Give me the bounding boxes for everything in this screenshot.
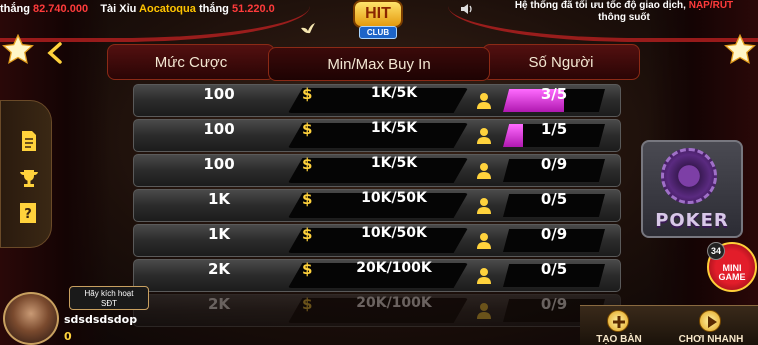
side-menu: ? (0, 100, 52, 248)
table-row[interactable]: 2K $20K/100K 0/5 (133, 259, 621, 292)
speaker-icon[interactable] (460, 3, 474, 15)
header-players: Số Người (482, 44, 640, 80)
username: sdsdsdsdop (64, 313, 138, 326)
row-players: 3/5 (540, 85, 568, 103)
table-row[interactable]: 100 $1K/5K 0/9 (133, 154, 621, 187)
activate-line-2: SĐT (101, 299, 117, 308)
table-row[interactable]: 100 $1K/5K 1/5 (133, 119, 621, 152)
person-icon (477, 268, 491, 284)
back-arrow-icon[interactable] (42, 40, 68, 66)
dollar-icon: $ (302, 85, 313, 103)
row-buyin: 1K/5K (370, 155, 418, 171)
notice-text-b: thông suốt (598, 12, 650, 23)
star-decoration-icon (2, 34, 34, 64)
ticker-game: Tài Xỉu (100, 3, 137, 15)
hitclub-logo: HIT CLUB (347, 0, 409, 44)
person-icon (477, 198, 491, 214)
row-players: 0/5 (540, 190, 568, 208)
person-icon (477, 233, 491, 249)
dollar-icon: $ (302, 260, 313, 278)
row-bet: 100 (203, 155, 235, 173)
mini-game-badge: 34 (707, 242, 725, 260)
header-buyin: Min/Max Buy In (268, 47, 490, 81)
row-bet: 2K (207, 295, 231, 313)
notice-text-a: Hệ thống đã tối ưu tốc độ giao dịch, (514, 0, 686, 11)
logo-main: HIT (353, 0, 403, 28)
quick-play-label: CHƠI NHANH (678, 334, 744, 345)
row-bet: 1K (207, 225, 231, 243)
person-icon (477, 128, 491, 144)
table-row[interactable]: 1K $10K/50K 0/5 (133, 189, 621, 222)
row-players: 1/5 (540, 120, 568, 138)
row-buyin: 1K/5K (370, 85, 418, 101)
poker-chip-icon (661, 148, 717, 204)
ticker-amount-2: 51.220.0 (231, 3, 275, 15)
svg-text:?: ? (24, 207, 32, 222)
dove-icon (301, 23, 315, 34)
notice-highlight: NẠP/RÚT (688, 0, 734, 11)
person-icon (477, 303, 491, 319)
document-icon[interactable] (17, 129, 41, 153)
table-row[interactable]: 1K $10K/50K 0/9 (133, 224, 621, 257)
star-decoration-icon (724, 34, 756, 64)
play-icon (699, 310, 721, 332)
person-icon (477, 93, 491, 109)
dollar-icon: $ (302, 295, 313, 313)
create-room-button[interactable]: TẠO BÀN (584, 306, 654, 345)
create-room-label: TẠO BÀN (596, 334, 642, 345)
ticker-won: thắng (198, 3, 229, 15)
table-row[interactable]: 2K $20K/100K 0/9 (133, 294, 621, 327)
row-bet: 100 (203, 85, 235, 103)
ticker-player: Aocatoqua (139, 3, 196, 15)
row-players: 0/9 (540, 225, 568, 243)
dollar-icon: $ (302, 225, 313, 243)
row-players: 0/9 (540, 155, 568, 173)
dollar-icon: $ (302, 120, 313, 138)
row-buyin: 20K/100K (356, 295, 432, 311)
dollar-icon: $ (302, 190, 313, 208)
activate-phone-button[interactable]: Hãy kích hoạt SĐT (69, 286, 149, 310)
mini-game-button[interactable]: 34 MINI GAME (707, 242, 757, 292)
poker-label: POKER (655, 210, 729, 231)
system-notice: Hệ thống đã tối ưu tốc độ giao dịch, NẠP… (490, 0, 758, 24)
user-balance: 0 (64, 330, 72, 343)
row-bet: 2K (207, 260, 231, 278)
plus-icon (607, 310, 629, 332)
row-buyin: 10K/50K (361, 190, 427, 206)
activate-line-1: Hãy kích hoạt (84, 289, 134, 298)
ticker-amount-1: 82.740.000 (33, 3, 89, 15)
row-buyin: 10K/50K (361, 225, 427, 241)
winner-ticker: thắng 82.740.000 Tài Xỉu Aocatoqua thắng… (0, 0, 320, 20)
mini-game-label-2: GAME (718, 272, 746, 282)
row-bet: 1K (207, 190, 231, 208)
logo-sub: CLUB (359, 26, 397, 39)
header-bet: Mức Cược (107, 44, 275, 80)
ticker-prefix: thắng (0, 3, 30, 15)
dollar-icon: $ (302, 155, 313, 173)
quick-play-button[interactable]: CHƠI NHANH (676, 306, 746, 345)
poker-game-card[interactable]: POKER (641, 140, 743, 238)
row-players: 0/5 (540, 260, 568, 278)
row-buyin: 20K/100K (356, 260, 432, 276)
table-row[interactable]: 100 $1K/5K 3/5 (133, 84, 621, 117)
row-buyin: 1K/5K (370, 120, 418, 136)
trophy-icon[interactable] (17, 167, 41, 191)
help-icon[interactable]: ? (17, 201, 41, 225)
person-icon (477, 163, 491, 179)
row-bet: 100 (203, 120, 235, 138)
avatar[interactable] (3, 292, 59, 345)
